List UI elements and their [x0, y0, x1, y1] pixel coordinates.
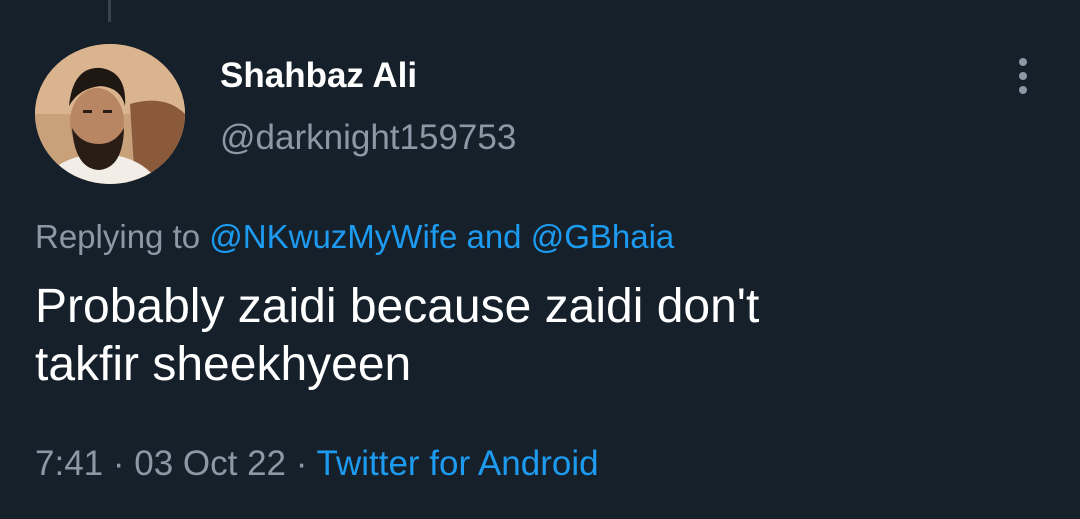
avatar-photo	[35, 44, 185, 184]
tweet-date[interactable]: 03 Oct 22	[134, 444, 286, 483]
meta-separator: ·	[112, 444, 125, 483]
mention-link-1[interactable]: @NKwuzMyWife	[209, 218, 457, 255]
meta-separator: ·	[295, 444, 308, 483]
avatar[interactable]	[35, 44, 185, 184]
reply-context: Replying to @NKwuzMyWife and @GBhaia	[35, 218, 674, 256]
tweet-time[interactable]: 7:41	[35, 444, 103, 483]
author-handle[interactable]: @darknight159753	[220, 118, 516, 158]
mention-conjunction[interactable]: and	[466, 218, 521, 255]
mention-link-2[interactable]: @GBhaia	[531, 218, 675, 255]
tweet-text-line: takfir sheekhyeen	[35, 338, 412, 391]
thread-connector-line	[108, 0, 111, 22]
more-options-button[interactable]	[1006, 56, 1040, 96]
tweet-text-line: Probably zaidi because zaidi don't	[35, 280, 760, 333]
tweet-metadata: 7:41 · 03 Oct 22 · Twitter for Android	[35, 444, 599, 484]
reply-context-prefix: Replying to	[35, 218, 201, 255]
tweet-text: Probably zaidi because zaidi don't takfi…	[35, 278, 1045, 394]
tweet-source-link[interactable]: Twitter for Android	[317, 444, 599, 483]
author-display-name[interactable]: Shahbaz Ali	[220, 56, 417, 96]
